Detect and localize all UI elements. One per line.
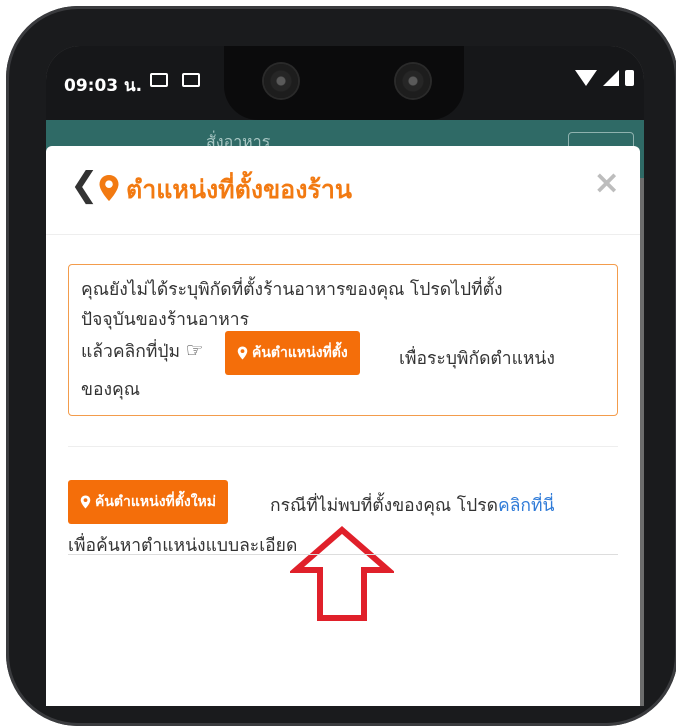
phone-frame: 09:03 น. สั่งอาหาร ❮ ตำแหน่งที่ตั้งของร้…	[6, 6, 676, 726]
back-icon[interactable]: ❮	[70, 168, 99, 202]
status-icons	[575, 70, 634, 86]
notice-line: คุณยังไม่ได้ระบุพิกัดที่ตั้งร้านอาหารของ…	[81, 280, 503, 300]
status-time: 09:03 น.	[64, 76, 143, 96]
find-location-label: ค้นตำแหน่งที่ตั้ง	[252, 345, 348, 361]
notice-box: คุณยังไม่ได้ระบุพิกัดที่ตั้งร้านอาหารของ…	[68, 264, 618, 416]
modal-header: ❮ ตำแหน่งที่ตั้งของร้าน ×	[46, 146, 640, 235]
notice-prefix: แล้วคลิกที่ปุ่ม	[81, 342, 181, 362]
gmail-icon	[182, 73, 200, 87]
pointing-hand-icon: ☞	[185, 338, 204, 362]
modal-title: ตำแหน่งที่ตั้งของร้าน	[126, 175, 352, 204]
divider	[68, 446, 618, 447]
close-icon[interactable]: ×	[593, 166, 620, 198]
status-bar: 09:03 น.	[46, 46, 644, 120]
signal-icon	[603, 70, 619, 86]
battery-icon	[625, 70, 634, 86]
notice-suffix: เพื่อระบุพิกัดตำแหน่ง	[399, 349, 555, 369]
gallery-icon	[150, 73, 168, 87]
click-here-link[interactable]: คลิกที่นี่	[498, 496, 555, 516]
wifi-icon	[575, 70, 597, 86]
map-pin-icon	[237, 346, 248, 360]
map-pin-icon	[99, 175, 119, 201]
find-location-button[interactable]: ค้นตำแหน่งที่ตั้ง	[225, 331, 360, 375]
location-modal: ❮ ตำแหน่งที่ตั้งของร้าน × คุณยังไม่ได้ระ…	[46, 146, 640, 706]
notice-line: ของคุณ	[81, 380, 140, 400]
help-text-2: เพื่อค้นหาตำแหน่งแบบละเอียด	[68, 536, 298, 556]
notch	[224, 46, 464, 120]
camera-icon	[396, 64, 430, 98]
help-text: กรณีที่ไม่พบที่ตั้งของคุณ โปรด	[270, 496, 498, 516]
camera-icon	[264, 64, 298, 98]
divider	[68, 554, 618, 555]
